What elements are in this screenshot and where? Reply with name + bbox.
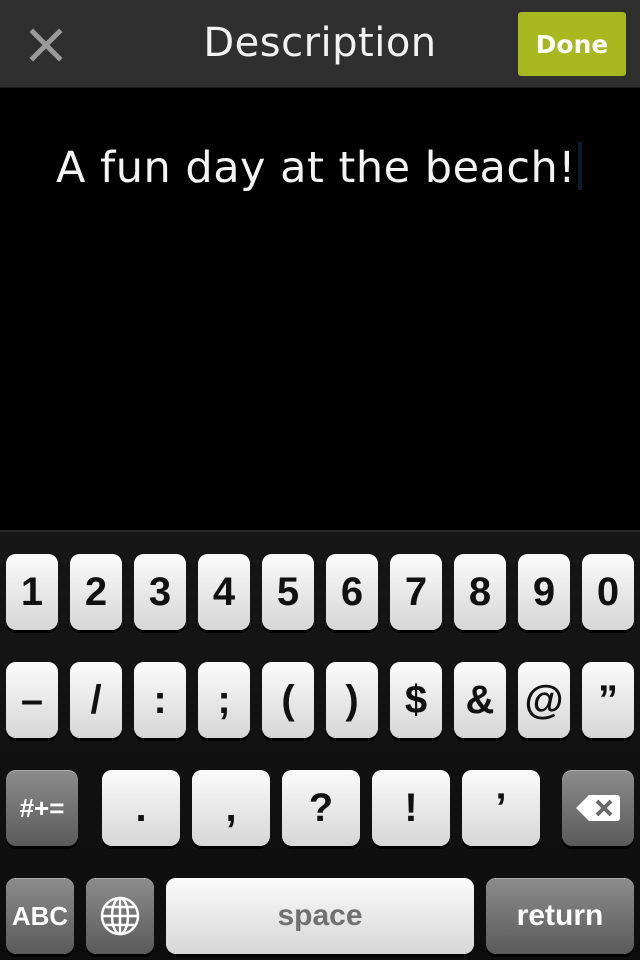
key-open-paren[interactable]: ( (262, 662, 314, 738)
description-editor[interactable]: A fun day at the beach! (0, 88, 640, 530)
key-3[interactable]: 3 (134, 554, 186, 630)
key-7[interactable]: 7 (390, 554, 442, 630)
key-at[interactable]: @ (518, 662, 570, 738)
close-button[interactable] (20, 19, 72, 71)
close-icon (29, 28, 63, 62)
key-abc[interactable]: ABC (6, 878, 74, 954)
key-8[interactable]: 8 (454, 554, 506, 630)
key-globe[interactable] (86, 878, 154, 954)
key-delete[interactable] (562, 770, 634, 846)
backspace-icon (576, 795, 620, 821)
key-9[interactable]: 9 (518, 554, 570, 630)
key-apostrophe[interactable]: ’ (462, 770, 540, 846)
key-ampersand[interactable]: & (454, 662, 506, 738)
description-text: A fun day at the beach! (56, 143, 577, 193)
key-dollar[interactable]: $ (390, 662, 442, 738)
done-button[interactable]: Done (518, 12, 626, 76)
key-0[interactable]: 0 (582, 554, 634, 630)
key-colon[interactable]: : (134, 662, 186, 738)
key-slash[interactable]: / (70, 662, 122, 738)
key-period[interactable]: . (102, 770, 180, 846)
globe-icon (100, 896, 140, 936)
navigation-bar: Description Done (0, 0, 640, 88)
key-quote[interactable]: ” (582, 662, 634, 738)
key-space[interactable]: space (166, 878, 474, 954)
description-text-wrapper: A fun day at the beach! (56, 142, 583, 193)
key-1[interactable]: 1 (6, 554, 58, 630)
key-comma[interactable]: , (192, 770, 270, 846)
key-close-paren[interactable]: ) (326, 662, 378, 738)
text-caret (578, 142, 583, 190)
key-5[interactable]: 5 (262, 554, 314, 630)
key-4[interactable]: 4 (198, 554, 250, 630)
key-semicolon[interactable]: ; (198, 662, 250, 738)
key-6[interactable]: 6 (326, 554, 378, 630)
keyboard: 1 2 3 4 5 6 7 8 9 0 – / : ; ( ) $ & @ ” … (0, 530, 640, 960)
key-question[interactable]: ? (282, 770, 360, 846)
key-return[interactable]: return (486, 878, 634, 954)
key-dash[interactable]: – (6, 662, 58, 738)
key-exclamation[interactable]: ! (372, 770, 450, 846)
key-more-symbols[interactable]: #+= (6, 770, 78, 846)
key-2[interactable]: 2 (70, 554, 122, 630)
